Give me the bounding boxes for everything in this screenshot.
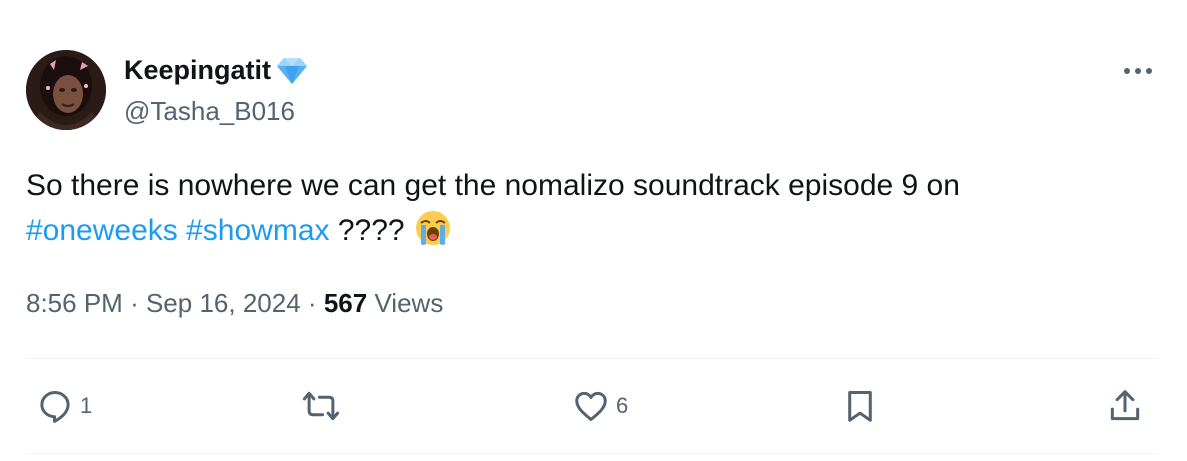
tweet-card: Keepingatit @Tasha_B016 So there is nowh… bbox=[0, 0, 1187, 461]
meta-separator: · bbox=[130, 288, 139, 318]
tweet-time[interactable]: 8:56 PM bbox=[26, 288, 123, 318]
views-count: 567 bbox=[323, 288, 368, 318]
trailing-question-marks: ???? bbox=[337, 214, 405, 247]
diamond-icon bbox=[277, 57, 308, 84]
tweet-text-line-2: #oneweeks #showmax ???? bbox=[26, 208, 1156, 253]
user-handle[interactable]: @Tasha_B016 bbox=[124, 96, 295, 127]
reply-icon bbox=[40, 391, 70, 423]
divider bbox=[26, 453, 1158, 454]
loudly-crying-face-icon bbox=[415, 211, 450, 245]
share-icon bbox=[1110, 390, 1140, 421]
profile-photo-icon bbox=[26, 50, 106, 130]
share-button[interactable] bbox=[1106, 386, 1144, 426]
display-name[interactable]: Keepingatit bbox=[124, 55, 311, 86]
like-count: 6 bbox=[616, 393, 629, 418]
tweet-text: So there is nowhere we can get the nomal… bbox=[26, 163, 1156, 253]
avatar[interactable] bbox=[26, 50, 106, 130]
divider bbox=[26, 358, 1158, 359]
tweet-text-line-1: So there is nowhere we can get the nomal… bbox=[26, 169, 960, 202]
views-label: Views bbox=[374, 288, 444, 318]
retweet-button[interactable] bbox=[302, 386, 346, 426]
like-button[interactable]: 6 bbox=[572, 386, 628, 426]
tweet-date[interactable]: Sep 16, 2024 bbox=[146, 288, 301, 318]
meta-separator: · bbox=[307, 288, 317, 318]
display-name-text: Keepingatit bbox=[124, 55, 272, 85]
more-options-icon[interactable] bbox=[1118, 58, 1158, 86]
bookmark-button[interactable] bbox=[841, 386, 879, 426]
tweet-meta: 8:56 PM · Sep 16, 2024 · 567 Views bbox=[26, 288, 443, 319]
hashtag-oneweeks[interactable]: #oneweeks bbox=[26, 214, 178, 247]
reply-button[interactable]: 1 bbox=[36, 386, 92, 426]
bookmark-icon bbox=[848, 391, 872, 422]
retweet-icon bbox=[302, 391, 340, 421]
reply-count: 1 bbox=[80, 393, 93, 418]
hashtag-showmax[interactable]: #showmax bbox=[186, 214, 329, 247]
heart-icon bbox=[575, 391, 607, 421]
